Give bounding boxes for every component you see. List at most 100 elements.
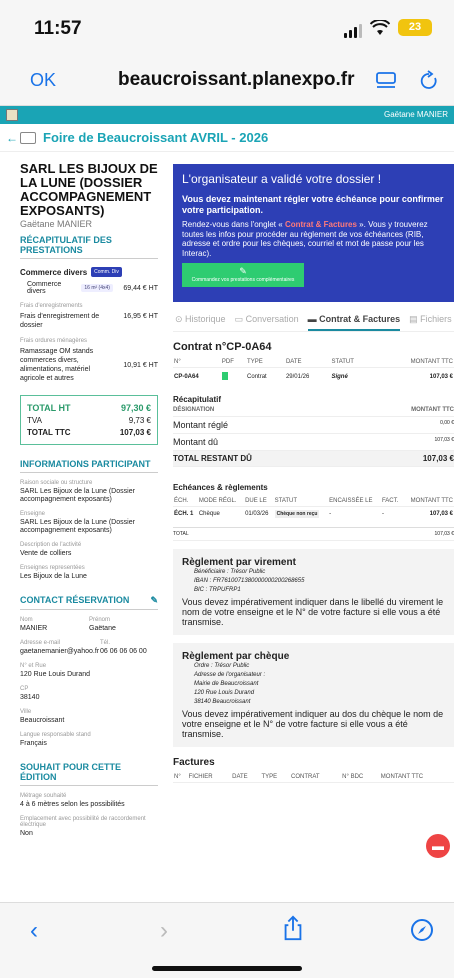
col-header: MONTANT TTC	[402, 496, 454, 507]
field-label: Enseigne	[20, 511, 46, 517]
tab-bar: ⊙ Historique ▭ Conversation ▬ Contrat & …	[173, 314, 454, 332]
field-label: Adresse e-mail	[20, 640, 61, 646]
manager-name: Gaëtane MANIER	[20, 219, 93, 229]
field-label: Langue responsable stand	[20, 732, 91, 738]
col-header: PDF	[220, 357, 247, 368]
back-icon[interactable]: ‹	[30, 917, 38, 944]
box-line: 38140 Beaucroissant	[194, 699, 251, 705]
field-value: gaetanemanier@yahoo.fr	[20, 648, 100, 655]
cell: -	[381, 511, 384, 517]
tab-label: Fichiers	[420, 314, 452, 324]
home-indicator	[152, 966, 302, 971]
header-user[interactable]: Gaëtane MANIER	[384, 110, 448, 119]
factures-table: N° FICHIER DATE TYPE CONTRAT N° BDC MONTANT TT…	[173, 772, 454, 783]
category-label: Commerce divers	[20, 267, 88, 277]
col-header: STATUT	[273, 496, 329, 507]
service-item: Commerce divers 16 m² (4x4) 69,44 € HT	[20, 281, 158, 295]
field-label: Raison sociale ou structure	[20, 480, 93, 486]
cell[interactable]: CP-0A64	[173, 368, 221, 387]
echeances-heading: Echéances & règlements	[173, 483, 268, 492]
status-time: 11:57	[34, 18, 82, 39]
total-ttc: 107,03 €	[119, 428, 151, 437]
item-label: Commerce divers	[27, 281, 62, 295]
tab-label: Conversation	[245, 314, 299, 324]
edit-icon[interactable]: ✎	[150, 595, 158, 606]
tab-fichiers[interactable]: ▤ Fichiers	[409, 314, 452, 331]
field-value: Non	[20, 830, 33, 837]
screen: 11:57 23 OK beaucroissant.planexpo.fr Ga…	[0, 0, 454, 978]
name-row: Nom MANIER Prénom Gaëtane	[20, 610, 158, 633]
category-badge: Comm. Div	[91, 267, 122, 277]
col-header: N° BDC	[341, 772, 380, 783]
col-header: CONTRAT	[290, 772, 342, 783]
item-price: 69,44 € HT	[123, 284, 158, 292]
order-services-label: Commandez vos prestations complémentaire…	[191, 277, 295, 283]
col-header: DATE	[231, 772, 261, 783]
fair-title[interactable]: Foire de Beaucroissant AVRIL - 2026	[43, 130, 268, 145]
totals-box: TOTAL HT 97,30 € TVA 9,73 € TOTAL TTC 107,0…	[20, 395, 158, 445]
order-services-button[interactable]: ✎ Commandez vos prestations complémentair…	[182, 263, 304, 287]
tab-historique[interactable]: ⊙ Historique	[175, 314, 226, 331]
col-header: DATE	[284, 357, 331, 368]
item-price: 16,95 € HT	[123, 313, 158, 320]
item-label: Frais d'enregistrement de dossier	[20, 313, 100, 329]
field-value: 38140	[20, 694, 40, 701]
fair-breadcrumb: ← Foire de Beaucroissant AVRIL - 2026	[0, 124, 454, 152]
col-header: TYPE	[260, 772, 291, 783]
total-ttc-label: TOTAL TTC	[27, 428, 71, 437]
col-header: DÉSIGNATION	[173, 407, 215, 413]
field-label: Emplacement avec possibilité de raccorde…	[20, 816, 146, 828]
cell: 107,03 €	[429, 511, 453, 517]
validation-banner: L'organisateur a validé votre dossier ! …	[173, 164, 454, 302]
field-label: Nom	[20, 617, 33, 623]
share-icon[interactable]	[282, 915, 304, 941]
site-header: Gaëtane MANIER	[0, 106, 454, 124]
recap-total-row: TOTAL RESTANT DÛ 107,03 €	[173, 451, 454, 467]
reader-icon[interactable]	[376, 72, 396, 90]
reload-icon[interactable]	[418, 70, 440, 92]
url-domain[interactable]: beaucroissant.planexpo.fr	[118, 69, 355, 91]
field-label: CP	[20, 686, 29, 692]
chat-icon[interactable]: ▬	[426, 834, 450, 858]
row-value: 0,00 €	[440, 420, 454, 426]
company-name: SARL LES BIJOUX DE LA LUNE (DOSSIER ACCO…	[20, 161, 158, 218]
folder-icon	[20, 132, 36, 144]
tva-value: 9,73 €	[128, 416, 151, 425]
item-price: 10,91 € HT	[123, 361, 158, 369]
recap-header: DÉSIGNATION MONTANT TTC	[173, 404, 454, 417]
tab-label: Contrat & Factures	[319, 314, 401, 324]
tab-conversation[interactable]: ▭ Conversation	[235, 314, 299, 331]
field-value: SARL Les Bijoux de la Lune (Dossier acco…	[20, 488, 135, 503]
ok-button[interactable]: OK	[30, 70, 56, 91]
table-row: CP-0A64 Contrat 29/01/26 Signé 107,03 €	[173, 368, 454, 387]
banner-subtitle: Vous devez maintenant régler votre échéa…	[182, 194, 444, 215]
recap-heading: RÉCAPITULATIF DES PRESTATIONS	[20, 235, 158, 259]
battery-icon: 23	[398, 19, 432, 36]
back-arrow-icon[interactable]: ←	[6, 131, 18, 145]
category-row: Commerce divers Comm. Div	[20, 267, 158, 277]
col-header: STATUT	[330, 357, 375, 368]
site-logo[interactable]	[6, 109, 18, 121]
cell: -	[329, 511, 332, 517]
col-header: MONTANT TTC	[374, 357, 454, 368]
compass-icon[interactable]	[410, 917, 434, 943]
col-header: ENCAISSÉE LE	[328, 496, 381, 507]
field-label: Tél.	[100, 640, 111, 646]
forward-icon: ›	[160, 917, 168, 944]
webpage: Gaëtane MANIER ← Foire de Beaucroissant …	[0, 106, 454, 902]
table-row: ÉCH. 1 Chèque 01/03/26 Chèque non reçu - - 107…	[173, 507, 454, 522]
signal-icon	[344, 24, 362, 38]
virement-box: Règlement par virement Bénéficiaire : Tr…	[173, 549, 454, 635]
field-value: Français	[20, 740, 47, 747]
status-badge: Chèque non reçu	[274, 507, 329, 522]
pdf-icon[interactable]	[221, 368, 246, 387]
row-value: 107,03 €	[434, 531, 454, 537]
field-label: N° et Rue	[20, 663, 47, 669]
pencil-icon: ✎	[239, 266, 247, 276]
row-label: TOTAL	[173, 531, 189, 537]
tab-contrat-factures[interactable]: ▬ Contrat & Factures	[307, 314, 401, 331]
status-pill: Chèque non reçu	[274, 510, 320, 518]
field-label: Description de l'activité	[20, 542, 82, 548]
row-label: Montant réglé	[173, 420, 229, 430]
box-line: 120 Rue Louis Durand	[194, 690, 255, 696]
